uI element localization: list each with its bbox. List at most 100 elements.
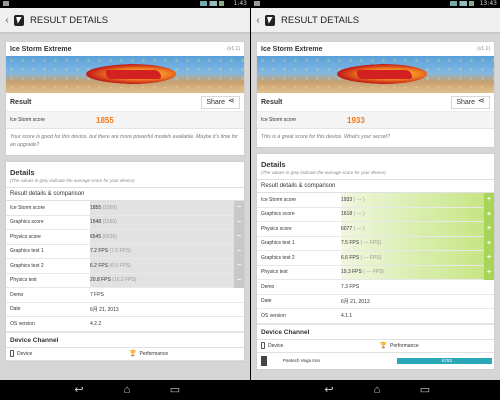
- info-label: Demo: [10, 291, 24, 298]
- recents-icon[interactable]: ▭: [416, 384, 434, 396]
- info-row: OS version 4.1.1: [257, 309, 494, 324]
- collapse-button[interactable]: −: [234, 200, 244, 215]
- detail-label: Physics test: [261, 269, 288, 276]
- info-value: 7.3 FPS: [341, 283, 360, 290]
- detail-label: Physics score: [10, 233, 41, 240]
- detail-row: Graphics score 1548 (1593) −: [6, 215, 244, 230]
- detail-label: Graphics score: [261, 211, 295, 218]
- device-channel-title: Device Channel: [257, 323, 494, 339]
- share-button[interactable]: Share: [451, 95, 490, 109]
- detail-row: Graphics test 1 7.2 FPS (7.6 FPS) −: [6, 244, 244, 259]
- collapse-button[interactable]: −: [234, 229, 244, 244]
- home-icon[interactable]: ⌂: [118, 384, 136, 396]
- back-chevron-icon[interactable]: ‹: [251, 7, 265, 33]
- detail-row: Ice Storm score 1933 ( --- ) +: [257, 192, 494, 208]
- result-label: Result: [10, 98, 32, 106]
- performance-bar: 6783: [397, 357, 492, 364]
- device-thumbnail: [261, 355, 267, 366]
- detail-label: Graphics test 1: [10, 248, 44, 255]
- info-label: Date: [261, 298, 272, 305]
- detail-label: Graphics score: [10, 219, 44, 226]
- back-chevron-icon[interactable]: ‹: [0, 7, 14, 33]
- info-row: Demo 7.3 FPS: [257, 280, 494, 295]
- phone-icon: [261, 342, 265, 349]
- score-value: 1855: [96, 115, 114, 125]
- share-icon: [228, 96, 235, 106]
- score-row: Ice Storm score 1855: [6, 112, 244, 129]
- device-column: Device: [6, 348, 125, 360]
- detail-value: 1548 (1593): [90, 219, 117, 226]
- score-note: Your score is good for this device, but …: [10, 134, 238, 148]
- detail-row: Graphics test 1 7.5 FPS ( --- FPS) +: [257, 236, 494, 251]
- page-title: RESULT DETAILS: [30, 14, 109, 26]
- info-value: 6月 21, 2013: [90, 306, 119, 313]
- share-icon: [478, 96, 485, 106]
- detail-value: 6.2 FPS (6.5 FPS): [90, 262, 131, 269]
- collapse-button[interactable]: −: [234, 273, 244, 288]
- app-logo-icon[interactable]: [14, 14, 24, 26]
- system-nav-bar: ↩ ⌂ ▭ ↩ ⌂ ▭: [0, 380, 500, 400]
- details-title: Details: [261, 160, 286, 169]
- device-row[interactable]: Pantech Vega Iron 6783: [257, 353, 494, 369]
- info-row: Date 6月 21, 2013: [6, 303, 244, 317]
- detail-label: Physics score: [261, 225, 292, 232]
- expand-button[interactable]: +: [484, 207, 494, 222]
- back-arrow-icon[interactable]: ↩: [70, 384, 88, 396]
- benchmark-version: (v1.1): [227, 46, 240, 52]
- app-logo-icon[interactable]: [265, 14, 275, 26]
- page-title: RESULT DETAILS: [281, 14, 360, 26]
- expand-button[interactable]: +: [484, 265, 494, 280]
- expand-button[interactable]: +: [484, 236, 494, 251]
- detail-label: Graphics test 2: [10, 262, 44, 269]
- detail-value: 6545 (6636): [90, 233, 117, 240]
- share-button[interactable]: Share: [201, 95, 240, 109]
- action-bar: ‹ RESULT DETAILS: [251, 8, 500, 34]
- expand-button[interactable]: +: [484, 250, 494, 265]
- home-icon[interactable]: ⌂: [368, 384, 386, 396]
- info-row: Date 6月 21, 2013: [257, 295, 494, 309]
- performance-column: 🏆 Performance: [379, 342, 419, 350]
- phone-icon: [10, 350, 14, 357]
- info-row: Demo 7 FPS: [6, 288, 244, 303]
- performance-column: 🏆 Performance: [129, 350, 169, 358]
- detail-label: Physics test: [10, 277, 37, 284]
- action-bar: ‹ RESULT DETAILS: [0, 8, 250, 34]
- detail-value: 6077 ( --- ): [341, 225, 365, 232]
- back-arrow-icon[interactable]: ↩: [320, 384, 338, 396]
- score-row: Ice Storm score 1933: [257, 112, 494, 129]
- detail-value: 7.5 FPS ( --- FPS): [341, 240, 382, 247]
- device-name: Pantech Vega Iron: [283, 358, 321, 363]
- result-header: Result Share: [257, 93, 494, 112]
- info-value: 7 FPS: [90, 291, 104, 298]
- collapse-button[interactable]: −: [234, 244, 244, 259]
- score-label: Ice Storm score: [10, 117, 46, 123]
- benchmark-header: Ice Storm Extreme (v1.1): [257, 42, 494, 56]
- benchmark-banner-image: [6, 56, 244, 93]
- details-title: Details: [10, 168, 35, 177]
- status-time: 13:43: [479, 0, 497, 7]
- detail-value: 1933 ( --- ): [341, 196, 365, 203]
- detail-value: 1855 (1909): [90, 204, 117, 211]
- info-value: 6月 21, 2013: [341, 298, 370, 305]
- expand-button[interactable]: +: [484, 221, 494, 236]
- expand-button[interactable]: +: [484, 192, 494, 207]
- score-value: 1933: [347, 115, 365, 125]
- detail-value: 6.6 FPS ( --- FPS): [341, 254, 382, 261]
- benchmark-banner-image: [257, 56, 494, 93]
- detail-row: Physics test 20.8 FPS (16.2 FPS) −: [6, 273, 244, 288]
- performance-score: 6783: [441, 357, 452, 363]
- detail-row: Physics score 6545 (6636) −: [6, 229, 244, 245]
- collapse-button[interactable]: −: [234, 258, 244, 273]
- recents-icon[interactable]: ▭: [166, 384, 184, 396]
- notification-icon: [254, 1, 260, 6]
- details-card: Details (The values in grey indicate the…: [256, 153, 495, 370]
- collapse-button[interactable]: −: [234, 215, 244, 230]
- detail-label: Ice Storm score: [10, 204, 46, 211]
- detail-label: Graphics test 2: [261, 254, 295, 261]
- detail-value: 19.3 FPS ( --- FPS): [341, 269, 385, 276]
- status-icons: [200, 1, 224, 6]
- detail-label: Ice Storm score: [261, 196, 297, 203]
- comparison-section-title: Result details & comparison: [6, 187, 244, 201]
- detail-value: 1618 ( --- ): [341, 211, 365, 218]
- left-screen: 1:43 ‹ RESULT DETAILS Ice Storm Extreme …: [0, 0, 250, 380]
